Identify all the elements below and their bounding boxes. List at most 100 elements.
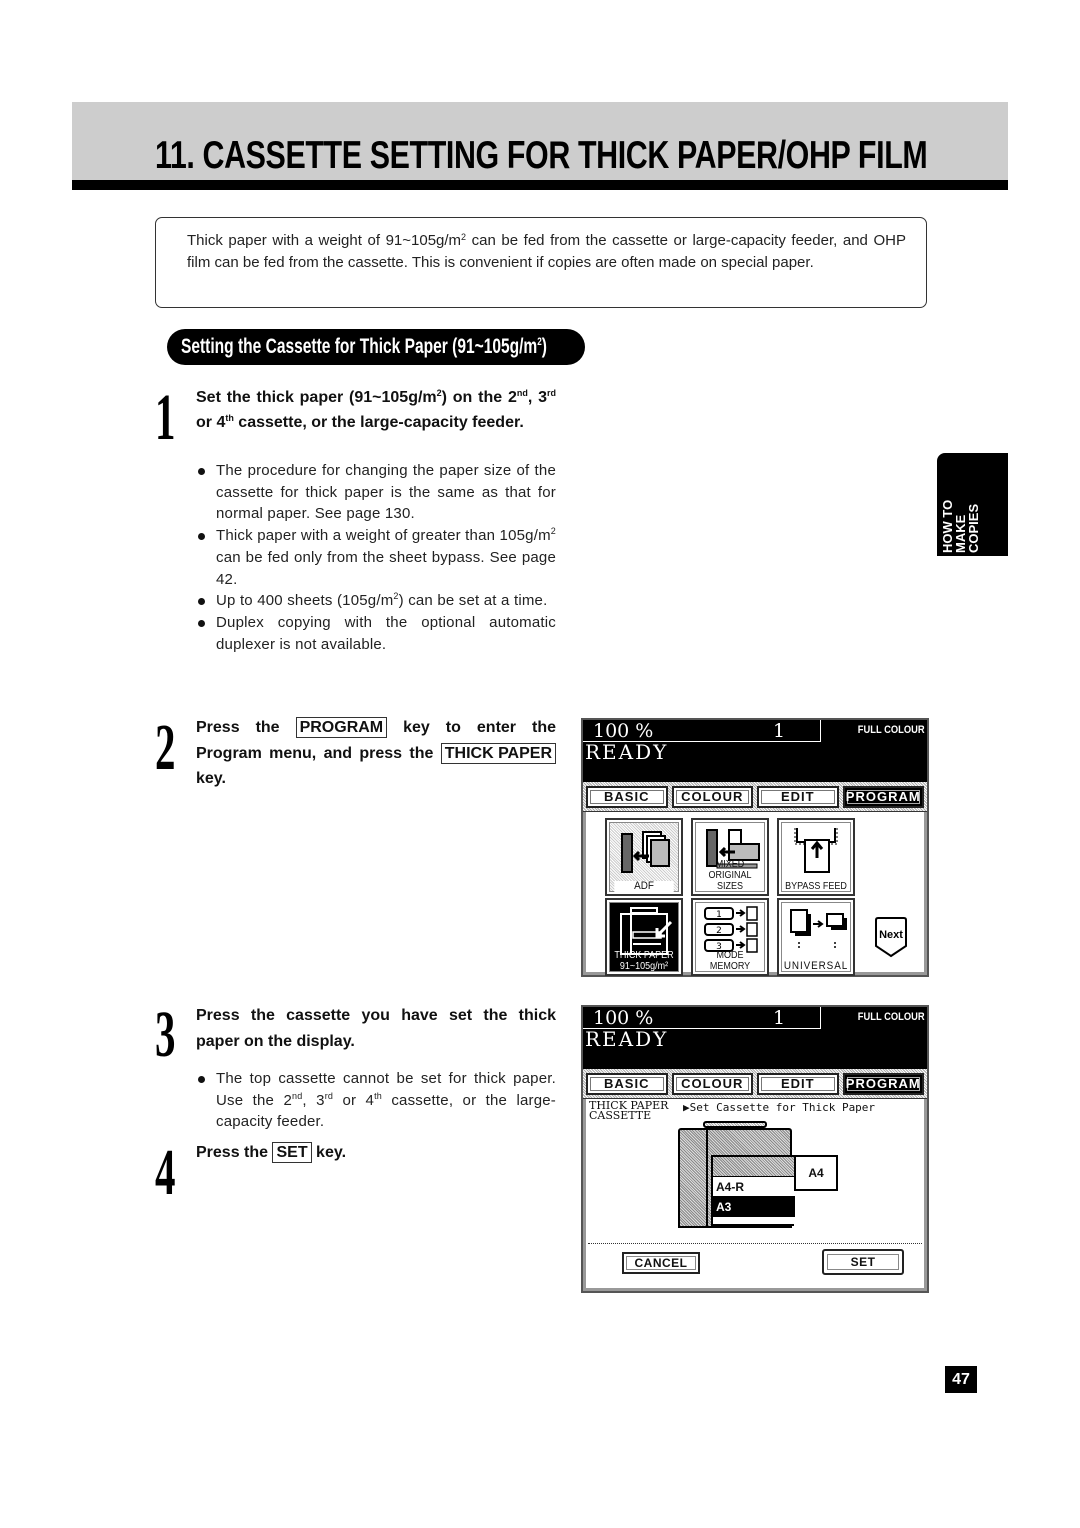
step-number: 4	[155, 1136, 176, 1209]
tab-edit[interactable]: EDIT	[757, 786, 839, 808]
bypass-feed-button[interactable]: BYPASS FEED	[777, 818, 855, 896]
menu-tabs: BASIC COLOUR EDIT PROGRAM	[583, 782, 927, 812]
control-panel-program-menu: 100 % 1 FULL COLOUR READY BASIC COLOUR ED…	[581, 718, 929, 977]
colour-mode: FULL COLOUR	[858, 724, 925, 736]
text: , 3	[527, 389, 548, 406]
key-label: MODE MEMORY	[709, 950, 751, 972]
mode-memory-button[interactable]: 1 2 3 MODE MEMORY	[691, 898, 769, 976]
label-line: CASSETTE	[589, 1109, 652, 1122]
text: Duplex copying with the optional automat…	[216, 613, 556, 653]
step-number: 1	[155, 381, 176, 454]
intro-text: Thick paper with a weight of 91~105g/m	[187, 232, 462, 249]
note-item: The procedure for changing the paper siz…	[196, 460, 556, 525]
tab-line: COPIES	[966, 503, 981, 553]
divider	[588, 1243, 922, 1244]
text: Press the	[196, 1144, 273, 1161]
control-panel-thick-paper-cassette: 100 % 1 FULL COLOUR READY BASIC COLOUR ED…	[581, 1005, 929, 1293]
step-number: 2	[155, 711, 176, 784]
function-label: THICK PAPER CASSETTE	[589, 1100, 668, 1122]
text: key.	[311, 1144, 347, 1161]
adf-icon	[621, 831, 670, 873]
tab-colour[interactable]: COLOUR	[671, 786, 753, 808]
cassette-2[interactable]: A4-R	[713, 1177, 795, 1197]
step-number: 3	[155, 998, 176, 1071]
superscript: rd	[547, 388, 557, 398]
superscript: th	[225, 413, 234, 423]
set-button[interactable]: SET	[822, 1249, 904, 1275]
next-arrow-icon: Next	[875, 917, 907, 958]
bypass-feed-icon	[794, 828, 838, 873]
tab-basic[interactable]: BASIC	[586, 786, 668, 808]
note-item: Up to 400 sheets (105g/m2) can be set at…	[196, 590, 556, 612]
instruction-message: ▶Set Cassette for Thick Paper	[683, 1101, 876, 1114]
page-number: 47	[945, 1366, 977, 1393]
universal-button[interactable]: UNIVERSAL	[777, 898, 855, 976]
superscript: rd	[324, 1090, 334, 1101]
text: 2	[507, 389, 517, 406]
section-title: Setting the Cassette for Thick Paper (91…	[181, 335, 538, 358]
text: Thick paper with a weight of greater tha…	[216, 527, 551, 545]
step-1-notes: The procedure for changing the paper siz…	[196, 460, 556, 655]
copy-count: 1	[773, 1007, 786, 1029]
program-function-keys: ADF MIXED ORIGINAL SIZES BYPASS FEED THI…	[583, 812, 927, 976]
superscript: 2	[550, 526, 556, 537]
note-item: Thick paper with a weight of greater tha…	[196, 525, 556, 590]
copier-body: A4-R A3	[678, 1128, 795, 1228]
superscript: th	[374, 1090, 382, 1101]
cassette-1	[713, 1157, 795, 1177]
label-line: THICK PAPER	[614, 950, 674, 961]
slot-2: 2	[716, 926, 722, 936]
universal-icon	[790, 909, 847, 948]
text: ) can be set at a time.	[398, 592, 548, 610]
key-label: UNIVERSAL	[783, 960, 849, 972]
label-line: ORIGINAL SIZES	[708, 870, 752, 892]
intro-box: Thick paper with a weight of 91~105g/m2 …	[155, 217, 927, 308]
text: The procedure for changing the paper siz…	[216, 462, 556, 523]
text: or 4	[196, 414, 226, 431]
tab-edit[interactable]: EDIT	[757, 1073, 839, 1095]
text: Up to 400 sheets (105g/m	[216, 592, 394, 610]
tab-program[interactable]: PROGRAM	[842, 786, 924, 808]
note-item: The top cassette cannot be set for thick…	[196, 1068, 556, 1133]
text: Press the	[196, 719, 296, 736]
copy-count: 1	[773, 720, 786, 742]
zoom-ratio: 100 %	[593, 720, 654, 742]
slot-1: 1	[716, 910, 722, 920]
tab-basic[interactable]: BASIC	[586, 1073, 668, 1095]
cassette-4[interactable]	[713, 1217, 795, 1226]
step-3-instruction: Press the cassette you have set the thic…	[196, 1007, 556, 1050]
cancel-button[interactable]: CANCEL	[622, 1252, 700, 1274]
set-key-ref: SET	[272, 1142, 312, 1163]
machine-status: READY	[585, 740, 669, 764]
key-label: BYPASS FEED	[785, 881, 847, 892]
thick-paper-button[interactable]: THICK PAPER 91~105g/m²	[605, 898, 683, 976]
chapter-tab-label: HOW TO MAKE COPIES	[940, 457, 981, 553]
page-title: 11. CASSETTE SETTING FOR THICK PAPER/OHP…	[155, 134, 928, 177]
header-rule	[72, 180, 1008, 190]
adf-button[interactable]: ADF	[605, 818, 683, 896]
chapter-tab[interactable]: HOW TO MAKE COPIES	[937, 453, 1008, 556]
machine-status: READY	[585, 1027, 669, 1051]
section-heading: Setting the Cassette for Thick Paper (91…	[167, 329, 585, 365]
note-item: Duplex copying with the optional automat…	[196, 612, 556, 655]
tab-colour[interactable]: COLOUR	[671, 1073, 753, 1095]
next-page-button[interactable]: Next	[874, 916, 908, 958]
label-line: 91~105g/m²	[619, 961, 669, 972]
key-label: THICK PAPER 91~105g/m²	[611, 950, 678, 972]
text: can be fed only from the sheet bypass. S…	[216, 548, 556, 588]
text: Set the thick paper (91~105g/m	[196, 389, 437, 406]
large-capacity-feeder[interactable]: A4	[794, 1155, 838, 1191]
mixed-original-sizes-button[interactable]: MIXED ORIGINAL SIZES	[691, 818, 769, 896]
key-label: MIXED ORIGINAL SIZES	[697, 859, 764, 892]
text: cassette, or the large-capacity feeder.	[233, 414, 524, 431]
tab-program[interactable]: PROGRAM	[842, 1073, 924, 1095]
thick-paper-icon	[620, 907, 673, 955]
cassette-stack: A4-R A3	[711, 1155, 795, 1226]
menu-tabs: BASIC COLOUR EDIT PROGRAM	[583, 1069, 927, 1099]
key-label: ADF	[614, 881, 674, 892]
step-3-notes: The top cassette cannot be set for thick…	[196, 1068, 556, 1133]
label-line: MIXED	[715, 859, 745, 870]
colour-mode: FULL COLOUR	[858, 1011, 925, 1023]
thick-paper-key-ref: THICK PAPER	[440, 742, 556, 764]
cassette-3[interactable]: A3	[713, 1197, 795, 1217]
